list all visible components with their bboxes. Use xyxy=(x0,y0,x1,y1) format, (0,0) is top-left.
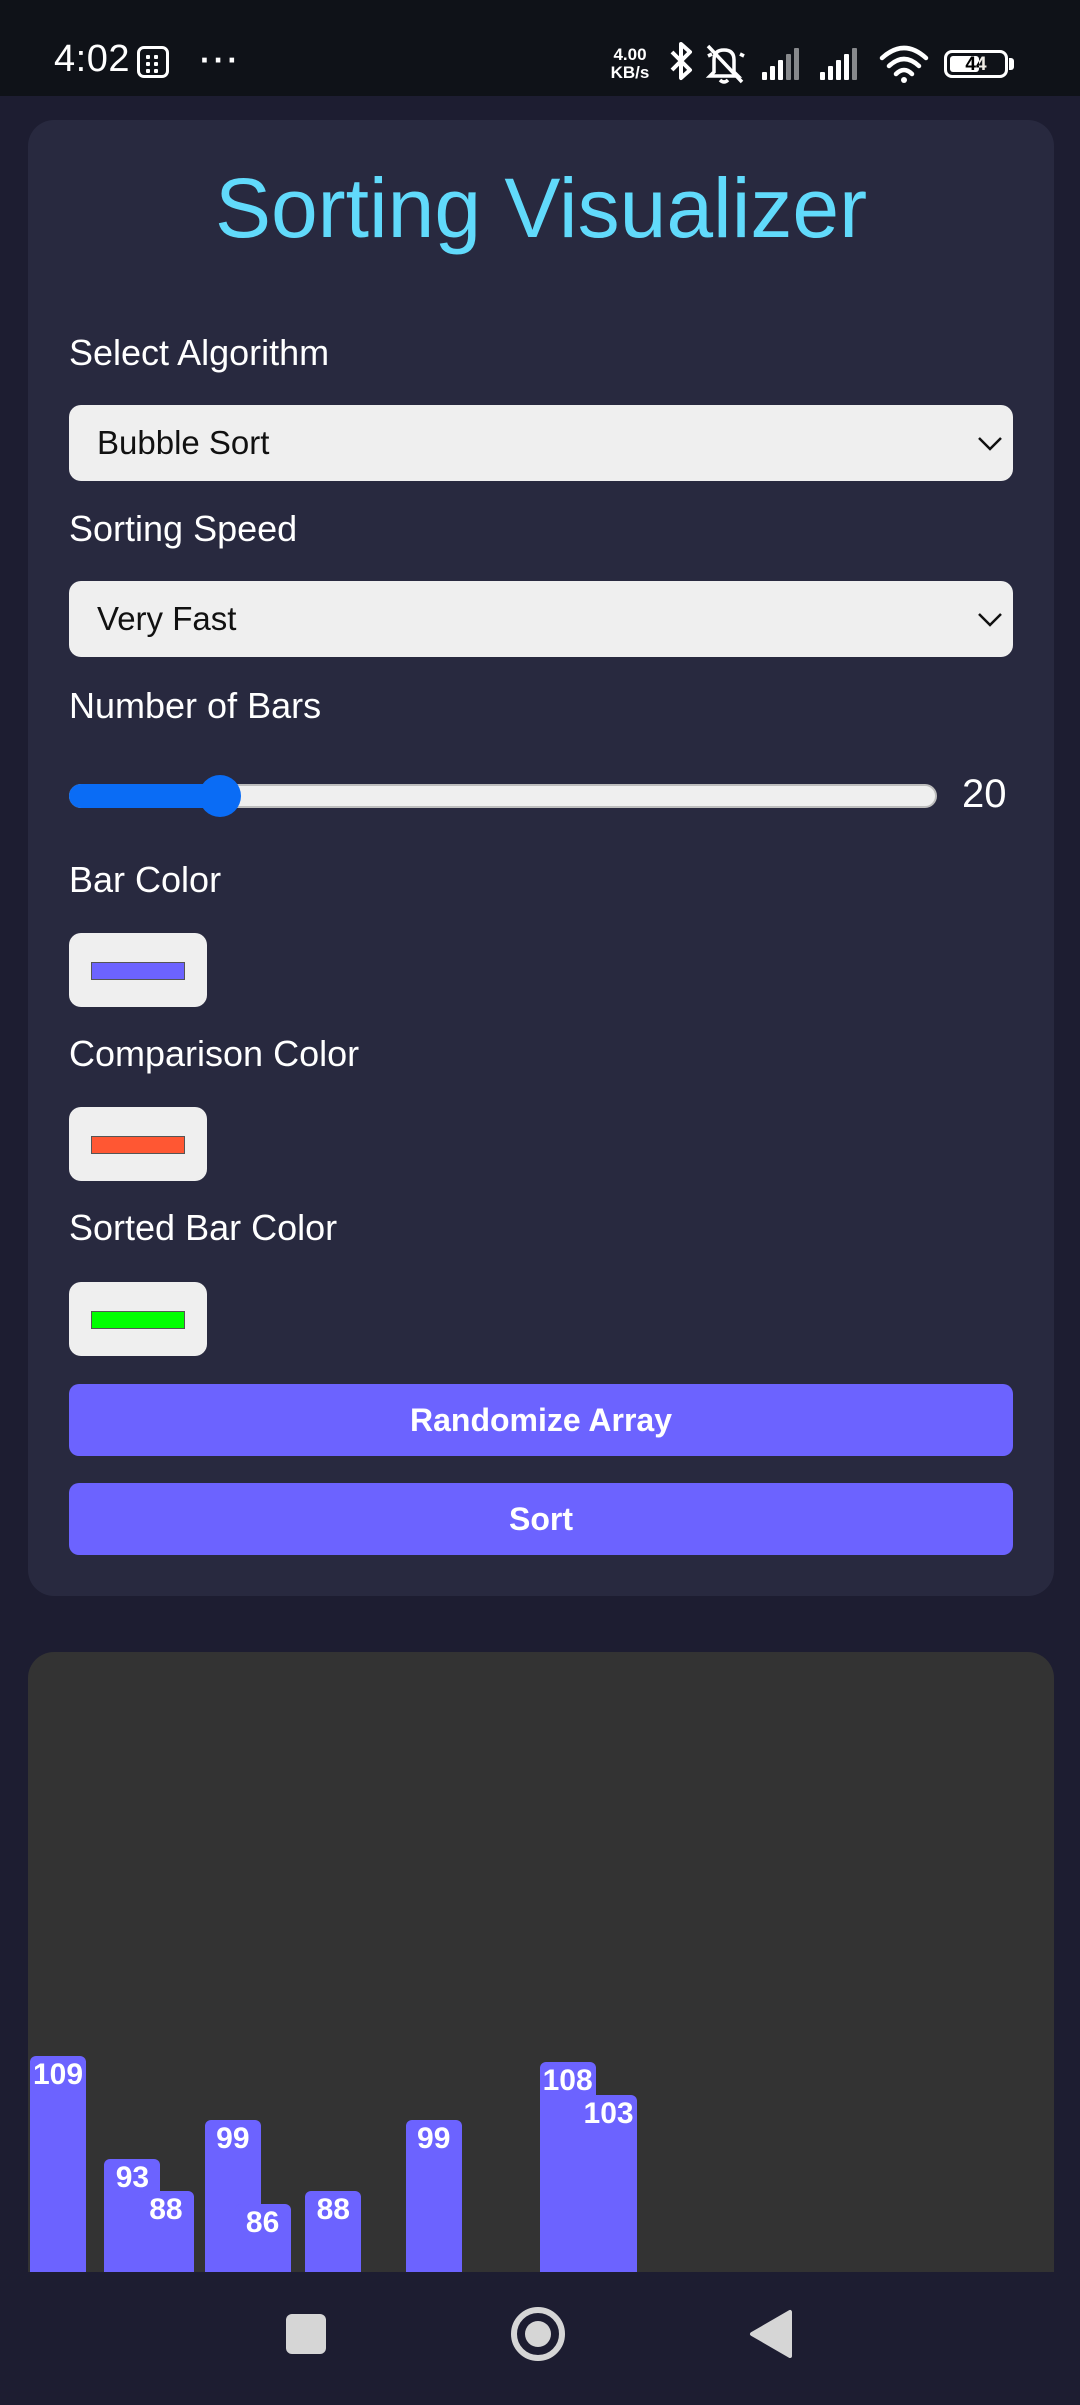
chart-bar-label: 86 xyxy=(245,2205,280,2239)
chart-bar: 88 xyxy=(137,2191,194,2272)
chart-bar-label: 103 xyxy=(583,2096,634,2130)
chart-bar: 103 xyxy=(580,2094,637,2272)
chart-bar-label: 93 xyxy=(115,2160,150,2194)
bars-slider-fill xyxy=(69,784,221,808)
chart-bar: 109 xyxy=(30,2056,86,2272)
battery-level: 44 xyxy=(965,54,987,75)
navigation-bar xyxy=(0,2272,1080,2400)
bars-count-value: 20 xyxy=(962,772,1007,816)
status-bar: 4:02 ··· 4.00 KB/s 44 xyxy=(0,0,1080,96)
algorithm-select-value: Bubble Sort xyxy=(97,424,270,461)
bar-color-swatch xyxy=(91,962,185,980)
status-time: 4:02 xyxy=(54,38,130,80)
bluetooth-icon xyxy=(670,42,692,80)
chevron-down-icon xyxy=(978,613,1002,627)
chart-bar-label: 108 xyxy=(542,2064,593,2098)
more-notifications-icon: ··· xyxy=(200,42,241,78)
mute-icon xyxy=(705,44,745,84)
chart-bar: 86 xyxy=(234,2203,291,2272)
page-title: Sorting Visualizer xyxy=(214,161,868,255)
status-icons xyxy=(670,42,929,84)
bar-color-picker[interactable] xyxy=(69,933,207,1007)
bar-color-label: Bar Color xyxy=(69,859,222,900)
battery-icon: 44 xyxy=(944,50,1008,78)
sorted-color-picker[interactable] xyxy=(69,1282,207,1356)
bars-chart: 109 93 88 99 86 88 99 108 103 xyxy=(28,1652,1054,2272)
sorted-color-label: Sorted Bar Color xyxy=(69,1207,338,1248)
signal-icon-2 xyxy=(820,48,857,80)
calculator-notification-icon xyxy=(137,46,169,78)
home-icon[interactable] xyxy=(511,2307,565,2361)
recents-icon[interactable] xyxy=(286,2314,326,2354)
navigation-buttons xyxy=(286,2307,792,2361)
comparison-color-picker[interactable] xyxy=(69,1107,207,1181)
algorithm-select[interactable]: Bubble Sort xyxy=(69,405,1013,481)
algorithm-label: Select Algorithm xyxy=(69,332,330,373)
wifi-icon xyxy=(879,45,929,83)
sort-button[interactable]: Sort xyxy=(69,1483,1013,1555)
chart-bar-label: 88 xyxy=(149,2193,183,2227)
signal-icon xyxy=(762,48,799,80)
speed-select-value: Very Fast xyxy=(97,600,237,637)
comparison-color-label: Comparison Color xyxy=(69,1033,360,1074)
network-speed-value: 4.00 xyxy=(613,45,647,64)
bars-count-label: Number of Bars xyxy=(69,685,322,726)
controls-panel: Sorting Visualizer Select Algorithm Bubb… xyxy=(28,120,1054,1596)
chart-bar-label: 99 xyxy=(417,2122,451,2156)
speed-select[interactable]: Very Fast xyxy=(69,581,1013,657)
comparison-color-swatch xyxy=(91,1136,185,1154)
network-speed: 4.00 KB/s xyxy=(607,46,653,82)
speed-label: Sorting Speed xyxy=(69,508,298,549)
chart-bar-label: 99 xyxy=(216,2122,250,2156)
randomize-array-button[interactable]: Randomize Array xyxy=(69,1384,1013,1456)
back-icon[interactable] xyxy=(750,2310,792,2358)
chevron-down-icon xyxy=(978,437,1002,451)
chart-bar: 99 xyxy=(405,2120,462,2272)
chart-bar-label: 109 xyxy=(32,2058,84,2091)
bars-slider-thumb[interactable] xyxy=(199,775,242,817)
chart-bar-label: 88 xyxy=(316,2193,350,2227)
network-speed-unit: KB/s xyxy=(610,63,650,82)
chart-bar: 88 xyxy=(305,2191,362,2272)
sorted-color-swatch xyxy=(91,1311,185,1329)
